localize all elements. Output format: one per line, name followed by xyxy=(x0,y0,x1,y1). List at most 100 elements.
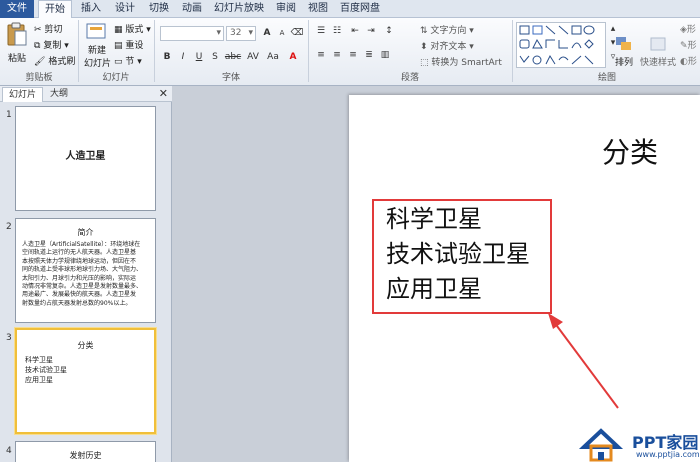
slide-item-2[interactable]: 技术试验卫星 xyxy=(386,234,530,269)
arrange-icon xyxy=(616,37,631,50)
gallery-up-icon[interactable]: ▴ xyxy=(606,22,620,36)
thumb-line: 应用卫星 xyxy=(25,376,53,384)
slide-item-1[interactable]: 科学卫星 xyxy=(386,199,482,234)
effects-icon: ◐ xyxy=(680,56,688,67)
drawing-group-label: 绘图 xyxy=(597,73,616,83)
text-direction-label: 文字方向 xyxy=(430,26,467,36)
bullets-icon[interactable]: ☰ xyxy=(314,24,328,38)
ribbon-tab-bar: 文件 开始 插入 设计 切换 动画 幻灯片放映 审阅 视图 百度网盘 xyxy=(0,0,700,19)
tab-design[interactable]: 设计 xyxy=(110,0,140,18)
tab-file[interactable]: 文件 xyxy=(0,0,34,18)
char-spacing-button[interactable]: AV xyxy=(244,50,262,64)
font-color-button[interactable]: A xyxy=(286,50,300,64)
tab-baidu[interactable]: 百度网盘 xyxy=(336,0,384,18)
shadow-button[interactable]: S xyxy=(208,50,222,64)
section-label: 节 xyxy=(125,57,135,67)
paint-bucket-icon: ◈ xyxy=(680,24,687,35)
layout-icon: ▦ xyxy=(114,24,123,35)
thumb-line: 空间轨道上运行的无人航天器。人造卫星基 xyxy=(22,249,137,257)
separator xyxy=(78,20,79,82)
slide-number: 4 xyxy=(6,446,12,456)
layout-label: 版式 xyxy=(125,25,144,35)
scissors-icon: ✂ xyxy=(34,24,42,35)
columns-icon[interactable]: ▥ xyxy=(378,48,392,62)
align-text-button[interactable]: ⬍ 对齐文本 ▾ xyxy=(420,39,474,53)
copy-button[interactable]: ⧉ 复制 ▾ xyxy=(34,38,69,52)
layout-button[interactable]: ▦ 版式 ▾ xyxy=(114,22,151,36)
italic-button[interactable]: I xyxy=(176,50,190,64)
thumb-line: 科学卫星 xyxy=(25,356,53,364)
tab-review[interactable]: 审阅 xyxy=(271,0,301,18)
close-icon[interactable]: ✕ xyxy=(159,87,168,101)
font-size-select[interactable]: 32 ▾ xyxy=(226,26,256,41)
shapes-gallery[interactable] xyxy=(516,22,606,68)
shrink-font-button[interactable]: A xyxy=(275,26,289,40)
decrease-indent-icon[interactable]: ⇤ xyxy=(348,24,362,38)
font-group-label: 字体 xyxy=(221,73,240,83)
separator xyxy=(154,20,155,82)
shape-fill-label: 形 xyxy=(686,25,696,35)
slide-number: 2 xyxy=(6,222,12,232)
clear-format-icon[interactable]: ⌫ xyxy=(290,26,304,40)
align-left-icon[interactable]: ≡ xyxy=(314,48,328,62)
tab-home[interactable]: 开始 xyxy=(38,0,72,19)
tab-transitions[interactable]: 切换 xyxy=(144,0,174,18)
cut-button[interactable]: ✂ 剪切 xyxy=(34,22,62,36)
new-slide-button[interactable]: 新建 幻灯片 xyxy=(84,22,111,69)
watermark-url: www.pptjia.com xyxy=(636,450,700,459)
smartart-button[interactable]: ⬚ 转换为 SmartArt xyxy=(420,55,502,69)
change-case-button[interactable]: Aa xyxy=(264,50,282,64)
slide-title[interactable]: 分类 xyxy=(602,131,658,171)
slide-thumbnail-3[interactable]: 分类 科学卫星 技术试验卫星 应用卫星 xyxy=(15,328,156,434)
thumb-body: 人造卫星（ArtificialSatellite）：环绕地球在 空间轨道上运行的… xyxy=(22,241,152,308)
numbering-icon[interactable]: ☷ xyxy=(330,24,344,38)
reset-button[interactable]: ▤ 重设 xyxy=(114,38,144,52)
grow-font-button[interactable]: A xyxy=(260,26,274,40)
shape-effects-button[interactable]: ◐形 xyxy=(680,54,697,68)
format-painter-button[interactable]: 🖌 格式刷 xyxy=(34,54,75,68)
increase-indent-icon[interactable]: ⇥ xyxy=(364,24,378,38)
text-direction-icon: ⇅ xyxy=(420,25,428,36)
thumb-title: 简介 xyxy=(77,228,94,237)
thumb-line: 技术试验卫星 xyxy=(25,366,67,374)
slide-item-3[interactable]: 应用卫星 xyxy=(386,269,482,304)
shapes-icon xyxy=(519,25,595,65)
bold-button[interactable]: B xyxy=(160,50,174,64)
tab-outline[interactable]: 大纲 xyxy=(44,87,74,102)
slide-thumbnail-2[interactable]: 简介 人造卫星（ArtificialSatellite）：环绕地球在 空间轨道上… xyxy=(15,218,156,323)
ribbon: 粘贴 ✂ 剪切 ⧉ 复制 ▾ 🖌 格式刷 剪贴板 新建 幻灯片 ▦ 版式 ▾ ▤… xyxy=(0,18,700,86)
slide-thumbnail-4[interactable]: 发射历史 xyxy=(15,441,156,462)
slide-thumbnail-1[interactable]: 人造卫星 xyxy=(15,106,156,211)
tab-view[interactable]: 视图 xyxy=(303,0,333,18)
arrange-button[interactable]: 排列 xyxy=(612,36,636,68)
smartart-label: 转换为 SmartArt xyxy=(431,58,502,68)
align-right-icon[interactable]: ≡ xyxy=(346,48,360,62)
tab-animations[interactable]: 动画 xyxy=(177,0,207,18)
shape-fill-button[interactable]: ◈形 xyxy=(680,22,696,36)
paragraph-group-label: 段落 xyxy=(400,73,419,83)
paste-label: 粘贴 xyxy=(7,54,26,64)
shape-outline-label: 形 xyxy=(687,41,697,51)
clipboard-group-label: 剪贴板 xyxy=(25,73,53,83)
slide-number: 1 xyxy=(6,110,12,120)
paste-button[interactable]: 粘贴 xyxy=(6,22,28,64)
line-spacing-icon[interactable]: ↕ xyxy=(382,24,396,38)
reset-label: 重设 xyxy=(125,41,144,51)
font-name-select[interactable]: ▾ xyxy=(160,26,224,41)
align-center-icon[interactable]: ≡ xyxy=(330,48,344,62)
tab-insert[interactable]: 插入 xyxy=(76,0,106,18)
thumb-line: 太阳引力、月球引力和光压的影响，实际运 xyxy=(22,274,137,282)
thumb-title: 人造卫星 xyxy=(65,151,106,162)
quick-styles-button[interactable]: 快速样式 xyxy=(640,36,676,68)
justify-icon[interactable]: ≣ xyxy=(362,48,376,62)
underline-button[interactable]: U xyxy=(192,50,206,64)
shape-effects-label: 形 xyxy=(687,57,697,67)
tab-slides[interactable]: 幻灯片 xyxy=(2,87,44,102)
tab-slideshow[interactable]: 幻灯片放映 xyxy=(211,0,267,18)
new-slide-icon xyxy=(86,23,106,39)
section-button[interactable]: ▭ 节 ▾ xyxy=(114,54,142,68)
text-direction-button[interactable]: ⇅ 文字方向 ▾ xyxy=(420,23,474,37)
slides-group-label: 幻灯片 xyxy=(102,73,130,83)
shape-outline-button[interactable]: ✎形 xyxy=(680,38,697,52)
strikethrough-button[interactable]: abc xyxy=(224,50,242,64)
